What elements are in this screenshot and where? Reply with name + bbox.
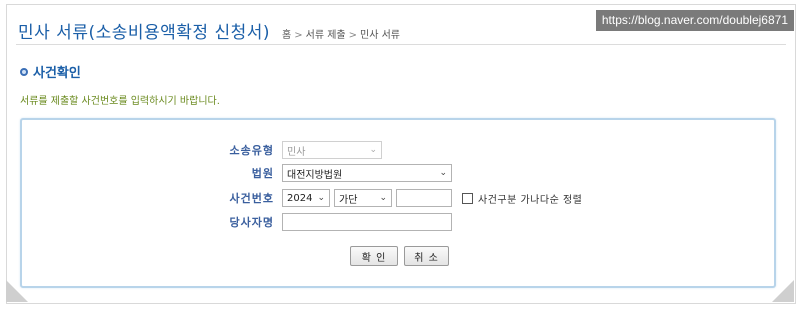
breadcrumb-separator: > (294, 30, 303, 41)
section-title: 사건확인 (33, 66, 81, 81)
case-form-panel: 소송유형 민사 ⌄ 법원 대전지방법원 ⌄ 사건번호 2024 ⌄ 가단 ⌄ 사… (20, 118, 776, 288)
case-year-value: 2024 (287, 192, 313, 204)
case-type-select: 민사 ⌄ (282, 141, 382, 159)
title-divider (16, 44, 786, 45)
party-name-row: 당사자명 (219, 213, 452, 231)
chevron-down-icon: ⌄ (317, 193, 325, 203)
case-type-code-select[interactable]: 가단 ⌄ (334, 189, 392, 207)
case-type-label: 소송유형 (229, 144, 274, 157)
case-type-code-value: 가단 (339, 194, 358, 206)
corner-decoration-left (6, 280, 28, 302)
corner-decoration-right (772, 280, 794, 302)
court-label: 법원 (251, 167, 274, 180)
bullet-icon (20, 67, 28, 76)
chevron-down-icon: ⌄ (379, 193, 387, 203)
confirm-button[interactable]: 확 인 (350, 246, 398, 266)
chevron-down-icon: ⌄ (369, 145, 377, 155)
case-type-row: 소송유형 민사 ⌄ (219, 141, 382, 159)
court-row: 법원 대전지방법원 ⌄ (219, 164, 452, 182)
sort-checkbox[interactable] (462, 192, 473, 204)
watermark: https://blog.naver.com/doublej6871 (595, 10, 794, 31)
breadcrumb: 홈 > 서류 제출 > 민사 서류 (282, 26, 400, 41)
breadcrumb-current: 민사 서류 (360, 30, 400, 41)
case-number-label: 사건번호 (229, 192, 274, 205)
chevron-down-icon: ⌄ (439, 168, 447, 178)
party-name-input[interactable] (282, 213, 452, 231)
court-value: 대전지방법원 (287, 169, 343, 181)
case-type-value: 민사 (287, 146, 306, 158)
sort-checkbox-label: 사건구분 가나다순 정렬 (478, 194, 583, 206)
button-row: 확 인 취 소 (350, 246, 449, 266)
page-title: 민사 서류(소송비용액확정 신청서) (18, 23, 271, 43)
case-serial-input[interactable] (396, 189, 452, 207)
party-name-label: 당사자명 (229, 216, 274, 229)
section-header: 사건확인 (20, 62, 81, 81)
breadcrumb-separator: > (348, 30, 358, 41)
cancel-button[interactable]: 취 소 (404, 246, 449, 266)
court-select[interactable]: 대전지방법원 ⌄ (282, 164, 452, 182)
breadcrumb-submit[interactable]: 서류 제출 (306, 26, 346, 41)
guide-text: 서류를 제출할 사건번호를 입력하시기 바랍니다. (20, 96, 220, 107)
breadcrumb-home[interactable]: 홈 (282, 26, 291, 41)
case-number-row: 사건번호 2024 ⌄ 가단 ⌄ 사건구분 가나다순 정렬 (219, 189, 582, 207)
title-bar: 민사 서류(소송비용액확정 신청서) 홈 > 서류 제출 > 민사 서류 (18, 18, 400, 44)
case-year-select[interactable]: 2024 ⌄ (282, 189, 330, 207)
